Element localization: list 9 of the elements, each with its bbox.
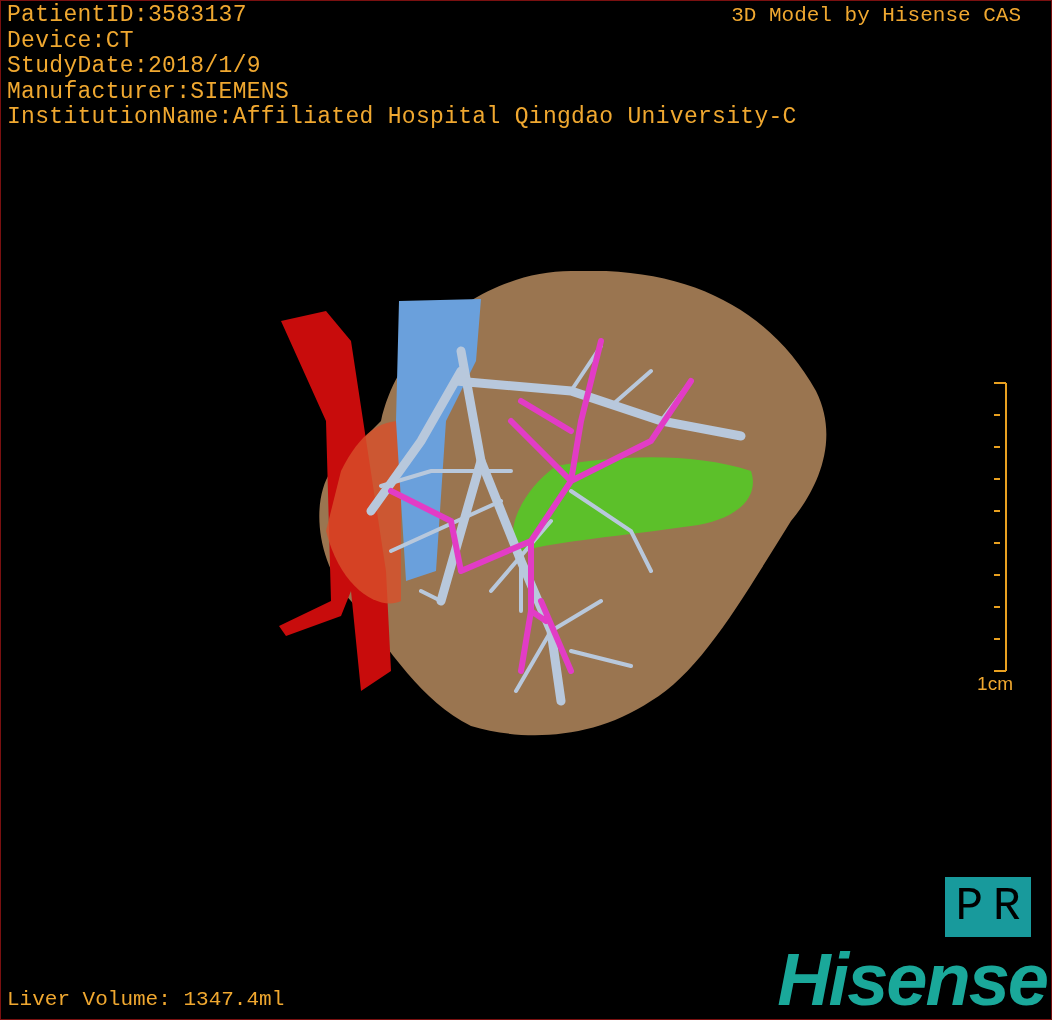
study-info-text: InstitutionName:Affiliated Hospital Qingdao University-C: [7, 105, 797, 131]
brand-logo: Hisense: [777, 945, 1048, 1015]
scale-label: 1cm: [977, 672, 1013, 695]
liver-volume-text: Liver Volume: 1347.4ml: [7, 987, 285, 1013]
study-info-text: PatientID:3583137: [7, 3, 247, 29]
study-info-text: Device:CT: [7, 28, 134, 54]
study-info-text: StudyDate:2018/1/9: [7, 54, 261, 80]
study-info-text: Manufacturer:SIEMENS: [7, 79, 290, 105]
orientation-marker: P R: [945, 877, 1031, 937]
